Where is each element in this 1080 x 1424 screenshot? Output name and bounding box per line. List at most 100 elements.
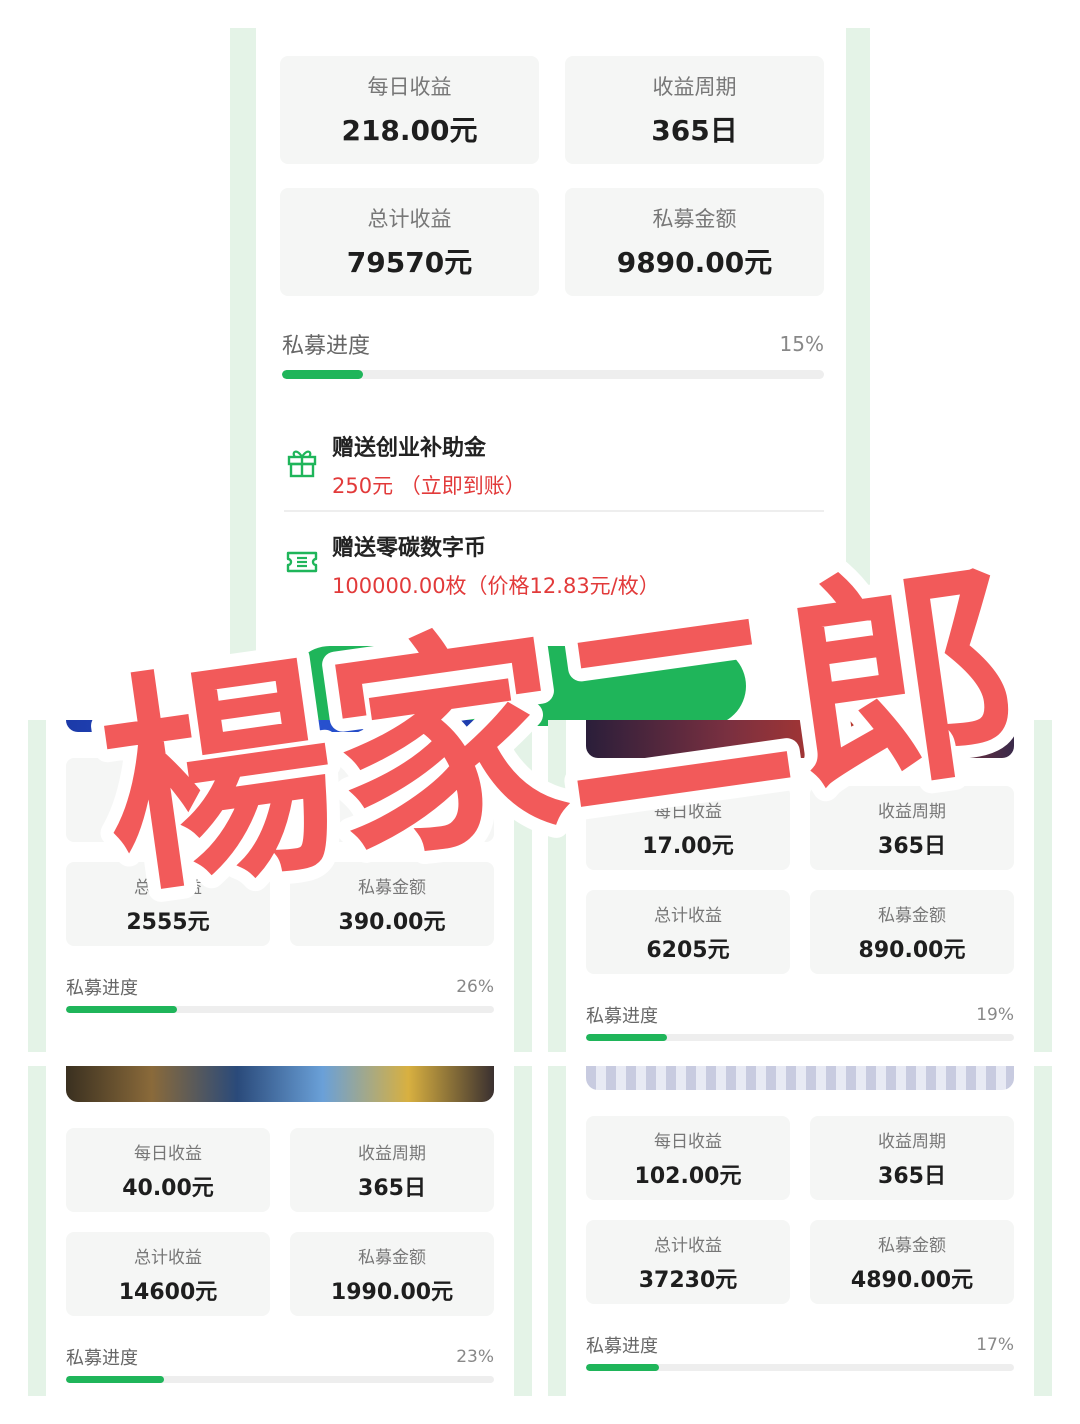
progress-header: 私募进度 17% — [586, 1332, 1014, 1358]
stat-raise-amount: 私募金额 390.00元 — [290, 862, 494, 946]
stat-raise-amount: 私募金额 1990.00元 — [290, 1232, 494, 1316]
stat-value: 9890.00元 — [616, 246, 773, 279]
gift-title: 赠送零碳数字币 — [332, 536, 487, 561]
stat-total-income: 总计收益 14600元 — [66, 1232, 270, 1316]
progress-label: 私募进度 — [66, 978, 138, 999]
stat-label: 每日收益 — [134, 773, 202, 794]
progress-track — [282, 370, 824, 379]
stat-total-income: 总计收益 37230元 — [586, 1220, 790, 1304]
stat-label: 私募金额 — [652, 207, 737, 231]
left-edge — [548, 1066, 566, 1396]
progress-fill — [586, 1364, 659, 1371]
stats-grid: 每日收益 102.00元 收益周期 365日 总计收益 37230元 私募金额 4890… — [586, 1116, 1014, 1304]
progress-fill — [282, 370, 364, 379]
product-card-4[interactable]: 每日收益 102.00元 收益周期 365日 总计收益 37230元 私募金额 4890… — [566, 1066, 1034, 1396]
left-edge — [28, 720, 46, 1052]
product-image — [66, 720, 494, 732]
stat-value: 2555元 — [126, 909, 210, 935]
stat-daily-income: 每日收益 7.00元 — [66, 758, 270, 842]
stat-value: 365日 — [358, 1175, 426, 1201]
progress-label: 私募进度 — [586, 1006, 658, 1027]
stat-label: 每日收益 — [654, 801, 722, 822]
stats-grid: 每日收益 40.00元 收益周期 365日 总计收益 14600元 私募金额 1990.… — [66, 1128, 494, 1316]
stat-total-income: 总计收益 6205元 — [586, 890, 790, 974]
progress-track — [66, 1006, 494, 1013]
collage: 每日收益 218.00元 收益周期 365日 总计收益 79570元 私募金额 … — [0, 0, 1080, 1424]
right-edge — [1034, 1066, 1052, 1396]
stats-grid: 每日收益 7.00元 总计收益 2555元 私募金额 390.00元 — [66, 758, 494, 946]
product-card-3[interactable]: 每日收益 40.00元 收益周期 365日 总计收益 14600元 私募金额 1990.… — [46, 1066, 514, 1396]
stat-raise-amount: 私募金额 890.00元 — [810, 890, 1014, 974]
ticket-icon — [286, 551, 318, 573]
stat-label: 私募金额 — [878, 1235, 946, 1256]
progress-track — [586, 1034, 1014, 1041]
product-image — [586, 1066, 1014, 1090]
stat-income-period: 收益周期 365日 — [565, 56, 824, 164]
stat-raise-amount: 私募金额 4890.00元 — [810, 1220, 1014, 1304]
progress-percent: 19% — [976, 1005, 1014, 1025]
stat-value: 14600元 — [118, 1279, 218, 1305]
stat-label: 每日收益 — [367, 75, 452, 99]
stat-label: 每日收益 — [134, 1143, 202, 1164]
stat-daily-income: 每日收益 40.00元 — [66, 1128, 270, 1212]
progress-fill — [66, 1376, 165, 1383]
main-card: 每日收益 218.00元 收益周期 365日 总计收益 79570元 私募金额 … — [256, 28, 846, 728]
right-edge — [514, 1066, 532, 1396]
progress-fill — [66, 1006, 178, 1013]
stat-income-period: 收益周期 365日 — [810, 1116, 1014, 1200]
gift-divider — [284, 510, 824, 512]
progress-label: 私募进度 — [66, 1348, 138, 1369]
stat-daily-income: 每日收益 102.00元 — [586, 1116, 790, 1200]
primary-action-button[interactable] — [290, 646, 746, 726]
stat-label: 私募金额 — [358, 877, 426, 898]
stat-value: 365日 — [651, 114, 738, 147]
stat-value: 40.00元 — [122, 1175, 214, 1201]
progress-percent: 23% — [456, 1347, 494, 1367]
stat-label: 每日收益 — [654, 1131, 722, 1152]
stat-label: 总计收益 — [134, 877, 202, 898]
stat-daily-income: 每日收益 218.00元 — [280, 56, 539, 164]
stat-total-income: 总计收益 79570元 — [280, 188, 539, 296]
stat-value: 1990.00元 — [330, 1279, 454, 1305]
gift-icon — [287, 450, 317, 478]
gift-detail: 250元 （立即到账） — [332, 474, 526, 498]
stat-daily-income: 每日收益 17.00元 — [586, 786, 790, 870]
main-stats-grid: 每日收益 218.00元 收益周期 365日 总计收益 79570元 私募金额 … — [280, 56, 824, 296]
stat-income-period: 收益周期 365日 — [290, 1128, 494, 1212]
progress-header: 私募进度 23% — [66, 1344, 494, 1370]
progress-label: 私募进度 — [282, 334, 371, 359]
stat-label: 私募金额 — [878, 905, 946, 926]
stat-value: 890.00元 — [858, 937, 966, 963]
gift-coin: 赠送零碳数字币 100000.00枚（价格12.83元/枚） — [284, 530, 660, 600]
progress-track — [66, 1376, 494, 1383]
stat-label: 私募金额 — [358, 1247, 426, 1268]
stat-value: 4890.00元 — [850, 1267, 974, 1293]
stat-label: 收益周期 — [358, 1143, 426, 1164]
stat-value: 7.00元 — [129, 805, 207, 831]
progress-track — [586, 1364, 1014, 1371]
progress-percent: 15% — [779, 332, 824, 356]
stat-value: 365日 — [878, 833, 946, 859]
stats-grid: 每日收益 17.00元 收益周期 365日 总计收益 6205元 私募金额 890.00… — [586, 786, 1014, 974]
stat-label: 总计收益 — [654, 1235, 722, 1256]
product-card-2[interactable]: 每日收益 17.00元 收益周期 365日 总计收益 6205元 私募金额 890.00… — [566, 720, 1034, 1052]
stat-income-period — [290, 758, 494, 842]
stat-label: 收益周期 — [878, 1131, 946, 1152]
progress-percent: 17% — [976, 1335, 1014, 1355]
product-image — [586, 720, 1014, 758]
stat-raise-amount: 私募金额 9890.00元 — [565, 188, 824, 296]
stat-label: 收益周期 — [652, 75, 737, 99]
stat-value: 365日 — [878, 1163, 946, 1189]
stat-label: 总计收益 — [654, 905, 722, 926]
stat-label: 总计收益 — [134, 1247, 202, 1268]
stat-value: 102.00元 — [634, 1163, 742, 1189]
progress-header: 私募进度 19% — [586, 1002, 1014, 1028]
right-edge — [1034, 720, 1052, 1052]
progress-fill — [586, 1034, 668, 1041]
stat-label: 总计收益 — [367, 207, 452, 231]
left-edge — [28, 1066, 46, 1396]
progress-header: 私募进度 26% — [66, 974, 494, 1000]
product-card-1[interactable]: 每日收益 7.00元 总计收益 2555元 私募金额 390.00元 私募进度 26% — [46, 720, 514, 1052]
progress-percent: 26% — [456, 977, 494, 997]
right-edge — [846, 28, 870, 728]
